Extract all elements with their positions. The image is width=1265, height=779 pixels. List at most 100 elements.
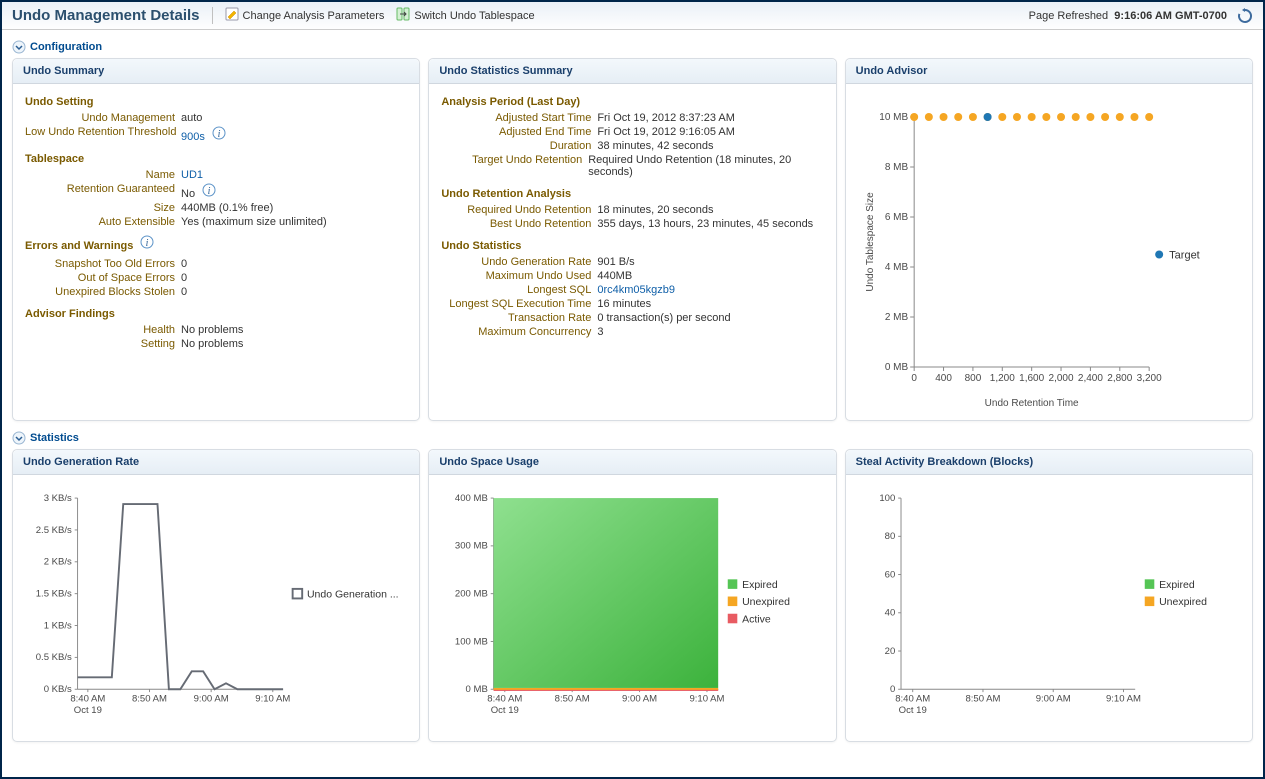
kv-value: 0 xyxy=(181,258,187,270)
configuration-section: Configuration Undo Summary Undo Setting … xyxy=(12,40,1253,421)
change-analysis-parameters-link[interactable]: Change Analysis Parameters xyxy=(225,7,385,24)
svg-text:Undo Generation ...: Undo Generation ... xyxy=(307,588,399,600)
svg-text:100 MB: 100 MB xyxy=(455,636,488,647)
switch-icon xyxy=(396,7,410,24)
undo-space-usage-chart[interactable]: 0 MB100 MB200 MB300 MB400 MB8:40 AM8:50 … xyxy=(441,483,823,733)
kv-label: Undo Generation Rate xyxy=(441,256,597,268)
page-refreshed-label: Page Refreshed 9:16:06 AM GMT-0700 xyxy=(1029,10,1227,22)
svg-text:8:50 AM: 8:50 AM xyxy=(555,694,590,705)
svg-text:Oct 19: Oct 19 xyxy=(74,705,102,716)
label: Change Analysis Parameters xyxy=(243,10,385,22)
undo-advisor-chart[interactable]: 0 MB2 MB4 MB6 MB8 MB10 MB04008001,2001,6… xyxy=(858,92,1240,412)
svg-text:2,400: 2,400 xyxy=(1078,373,1103,384)
steal-activity-chart[interactable]: 0204060801008:40 AM8:50 AM9:00 AM9:10 AM… xyxy=(858,483,1240,733)
info-icon[interactable]: i xyxy=(202,183,216,197)
svg-text:3,200: 3,200 xyxy=(1136,373,1161,384)
steal-activity-panel: Steal Activity Breakdown (Blocks) 020406… xyxy=(845,449,1253,742)
svg-text:9:00 AM: 9:00 AM xyxy=(622,694,657,705)
page-title: Undo Management Details xyxy=(12,7,213,24)
svg-text:9:10 AM: 9:10 AM xyxy=(690,694,725,705)
panel-title: Steal Activity Breakdown (Blocks) xyxy=(846,450,1252,475)
kv-label: Health xyxy=(25,324,181,336)
svg-text:Unexpired: Unexpired xyxy=(1159,596,1207,608)
group-heading: Undo Statistics xyxy=(441,240,823,252)
svg-text:i: i xyxy=(146,238,149,249)
svg-text:800: 800 xyxy=(964,373,981,384)
longest-sql-link[interactable]: 0rc4km05kgzb9 xyxy=(597,284,675,296)
kv-value: Fri Oct 19, 2012 9:16:05 AM xyxy=(597,126,735,138)
refresh-icon[interactable] xyxy=(1237,8,1253,24)
panel-title: Undo Space Usage xyxy=(429,450,835,475)
kv-label: Out of Space Errors xyxy=(25,272,181,284)
kv-value: 0 xyxy=(181,286,187,298)
svg-text:9:10 AM: 9:10 AM xyxy=(255,694,290,705)
kv-value: 355 days, 13 hours, 23 minutes, 45 secon… xyxy=(597,218,813,230)
section-heading: Statistics xyxy=(30,432,79,444)
svg-text:1,600: 1,600 xyxy=(1019,373,1044,384)
collapse-icon[interactable] xyxy=(12,431,26,445)
svg-text:i: i xyxy=(218,129,221,140)
kv-label: Snapshot Too Old Errors xyxy=(25,258,181,270)
svg-text:400: 400 xyxy=(935,373,952,384)
panel-title: Undo Statistics Summary xyxy=(429,59,835,84)
svg-text:0: 0 xyxy=(911,373,917,384)
kv-label: Maximum Concurrency xyxy=(441,326,597,338)
kv-label: Longest SQL Execution Time xyxy=(441,298,597,310)
svg-text:100: 100 xyxy=(879,493,895,504)
undo-statistics-summary-panel: Undo Statistics Summary Analysis Period … xyxy=(428,58,836,421)
svg-text:2.5 KB/s: 2.5 KB/s xyxy=(36,525,72,536)
svg-text:8 MB: 8 MB xyxy=(884,162,908,173)
kv-label: Undo Management xyxy=(25,112,181,124)
kv-value: 901 B/s xyxy=(597,256,634,268)
panel-title: Undo Generation Rate xyxy=(13,450,419,475)
svg-text:60: 60 xyxy=(884,569,895,580)
svg-text:8:50 AM: 8:50 AM xyxy=(132,694,167,705)
svg-text:2 KB/s: 2 KB/s xyxy=(44,557,72,568)
svg-text:Undo Retention Time: Undo Retention Time xyxy=(984,398,1078,409)
kv-label: Duration xyxy=(441,140,597,152)
info-icon[interactable]: i xyxy=(140,235,154,249)
kv-label: Transaction Rate xyxy=(441,312,597,324)
svg-text:20: 20 xyxy=(884,646,895,657)
kv-label: Setting xyxy=(25,338,181,350)
svg-text:0.5 KB/s: 0.5 KB/s xyxy=(36,652,72,663)
tablespace-name-link[interactable]: UD1 xyxy=(181,169,203,181)
kv-value: Required Undo Retention (18 minutes, 20 … xyxy=(588,154,823,178)
svg-text:300 MB: 300 MB xyxy=(455,541,488,552)
kv-label: Adjusted Start Time xyxy=(441,112,597,124)
kv-label: Longest SQL xyxy=(441,284,597,296)
kv-label: Low Undo Retention Threshold xyxy=(25,126,181,143)
group-heading: Advisor Findings xyxy=(25,308,407,320)
kv-value: 3 xyxy=(597,326,603,338)
undo-generation-rate-chart[interactable]: 0 KB/s0.5 KB/s1 KB/s1.5 KB/s2 KB/s2.5 KB… xyxy=(25,483,407,733)
svg-text:1.5 KB/s: 1.5 KB/s xyxy=(36,589,72,600)
svg-text:8:50 AM: 8:50 AM xyxy=(965,694,1000,705)
svg-text:2,800: 2,800 xyxy=(1107,373,1132,384)
kv-value: 16 minutes xyxy=(597,298,651,310)
kv-label: Target Undo Retention xyxy=(441,154,588,178)
kv-label: Size xyxy=(25,202,181,214)
switch-undo-tablespace-link[interactable]: Switch Undo Tablespace xyxy=(396,7,534,24)
kv-value: Yes (maximum size unlimited) xyxy=(181,216,327,228)
svg-text:i: i xyxy=(208,186,211,197)
kv-label: Maximum Undo Used xyxy=(441,270,597,282)
collapse-icon[interactable] xyxy=(12,40,26,54)
svg-text:8:40 AM: 8:40 AM xyxy=(488,694,523,705)
svg-text:2 MB: 2 MB xyxy=(884,312,908,323)
group-heading: Undo Retention Analysis xyxy=(441,188,823,200)
kv-label: Required Undo Retention xyxy=(441,204,597,216)
svg-text:Oct 19: Oct 19 xyxy=(491,705,519,716)
statistics-section: Statistics Undo Generation Rate 0 KB/s0.… xyxy=(12,431,1253,742)
kv-value: Fri Oct 19, 2012 8:37:23 AM xyxy=(597,112,735,124)
low-undo-threshold-link[interactable]: 900s xyxy=(181,131,205,143)
info-icon[interactable]: i xyxy=(212,126,226,140)
svg-text:Oct 19: Oct 19 xyxy=(898,705,926,716)
kv-value: No xyxy=(181,188,195,200)
kv-label: Unexpired Blocks Stolen xyxy=(25,286,181,298)
svg-text:0 MB: 0 MB xyxy=(466,684,488,695)
svg-text:3 KB/s: 3 KB/s xyxy=(44,493,72,504)
svg-text:6 MB: 6 MB xyxy=(884,212,908,223)
panel-title: Undo Advisor xyxy=(846,59,1252,84)
kv-value: 0 transaction(s) per second xyxy=(597,312,730,324)
kv-value: No problems xyxy=(181,324,243,336)
